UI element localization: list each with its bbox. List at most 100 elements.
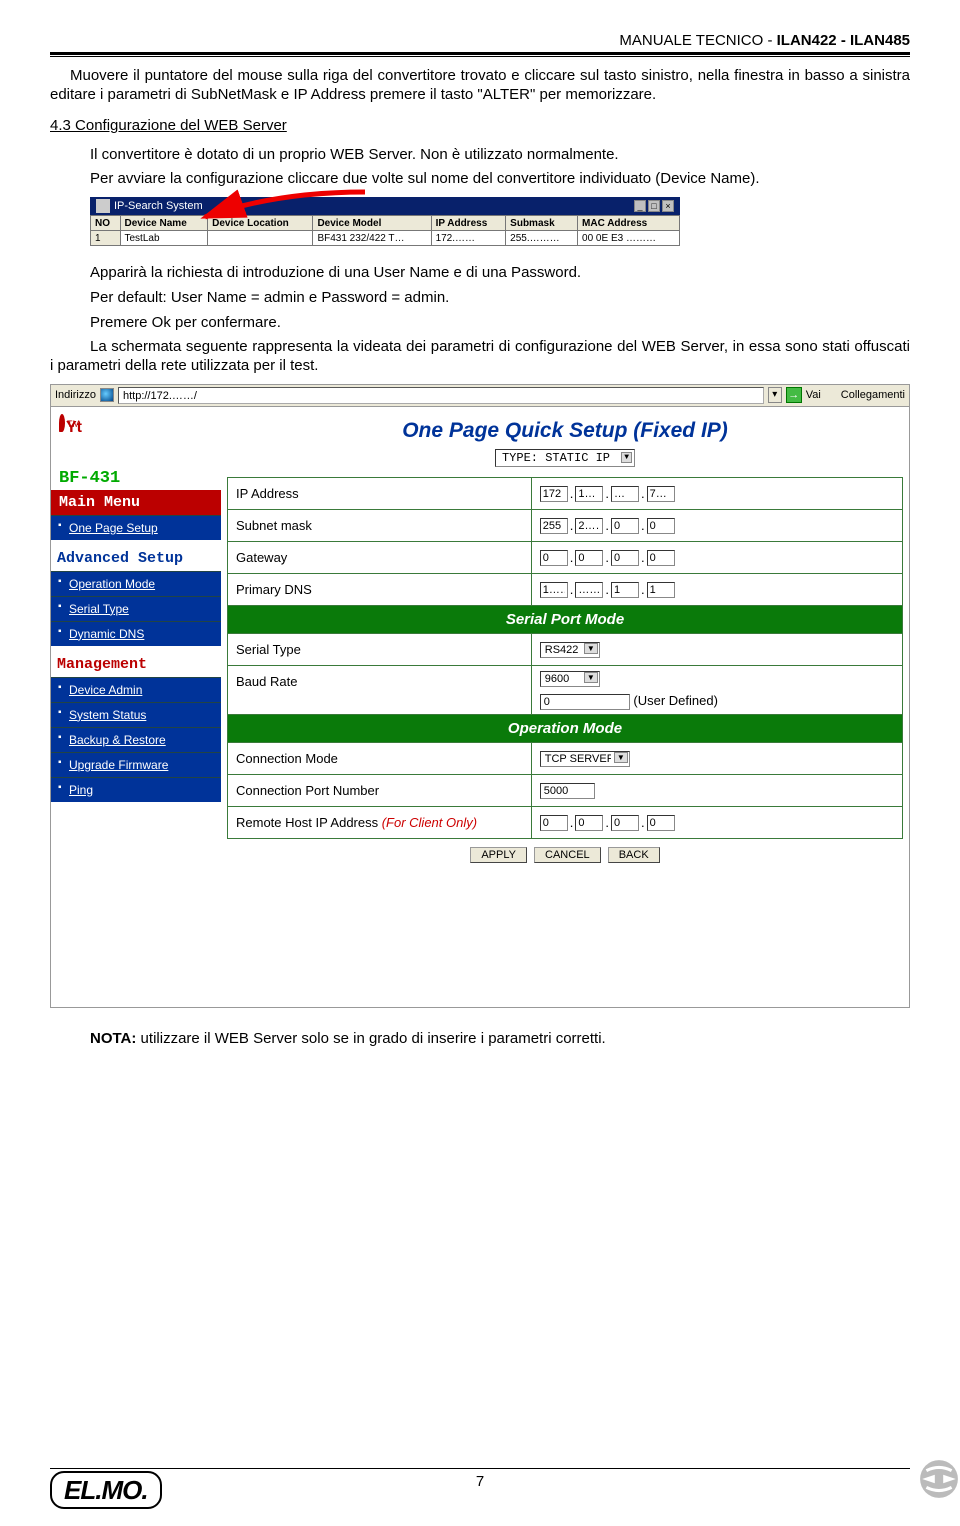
cell-mac: 00 0E E3 ……… bbox=[578, 231, 680, 246]
globe-icon bbox=[100, 388, 114, 402]
sidebar-item-dynamic-dns[interactable]: Dynamic DNS bbox=[51, 621, 221, 646]
back-button[interactable]: BACK bbox=[608, 847, 660, 863]
col-submask: Submask bbox=[506, 216, 578, 231]
row-remote-host: Remote Host IP Address (For Client Only)… bbox=[228, 806, 903, 838]
table-header-row: NO Device Name Device Location Device Mo… bbox=[91, 216, 680, 231]
subnet-octet-2[interactable] bbox=[575, 518, 603, 534]
config-form: IP Address ... Subnet mask ... bbox=[227, 477, 903, 839]
value-baud: (User Defined) bbox=[531, 665, 902, 714]
cell-no: 1 bbox=[91, 231, 121, 246]
type-select[interactable]: TYPE: STATIC IP bbox=[495, 449, 635, 467]
paragraph-3: Per avviare la configurazione cliccare d… bbox=[90, 170, 910, 189]
cell-device-name: TestLab bbox=[120, 231, 208, 246]
close-icon[interactable]: × bbox=[662, 200, 674, 212]
baud-select[interactable] bbox=[540, 671, 600, 687]
vendor-logo: TM bbox=[51, 407, 221, 469]
row-baud-rate: Baud Rate (User Defined) bbox=[228, 665, 903, 714]
gateway-octet-4[interactable] bbox=[647, 550, 675, 566]
row-gateway: Gateway ... bbox=[228, 541, 903, 573]
ip-octet-2[interactable] bbox=[575, 486, 603, 502]
label-connection-mode: Connection Mode bbox=[228, 742, 532, 774]
section-serial-label: Serial Port Mode bbox=[228, 605, 903, 633]
ip-search-screenshot: IP-Search System _ □ × NO Device Name De… bbox=[90, 197, 680, 246]
remote-octet-3[interactable] bbox=[611, 815, 639, 831]
row-primary-dns: Primary DNS ... bbox=[228, 573, 903, 605]
paragraph-1: Muovere il puntatore del mouse sulla rig… bbox=[50, 67, 910, 105]
remote-octet-4[interactable] bbox=[647, 815, 675, 831]
section-heading: 4.3 Configurazione del WEB Server bbox=[50, 117, 910, 134]
sidebar-item-operation-mode[interactable]: Operation Mode bbox=[51, 571, 221, 596]
sidebar-item-ping[interactable]: Ping bbox=[51, 777, 221, 802]
management-heading: Management bbox=[51, 646, 221, 677]
connection-port-input[interactable] bbox=[540, 783, 595, 799]
gateway-octet-3[interactable] bbox=[611, 550, 639, 566]
remote-octet-2[interactable] bbox=[575, 815, 603, 831]
row-connection-port: Connection Port Number bbox=[228, 774, 903, 806]
maximize-icon[interactable]: □ bbox=[648, 200, 660, 212]
main-menu-heading: Main Menu bbox=[51, 490, 221, 515]
cell-device-location bbox=[208, 231, 313, 246]
ip-octet-1[interactable] bbox=[540, 486, 568, 502]
dns-octet-3[interactable] bbox=[611, 582, 639, 598]
sidebar-item-serial-type[interactable]: Serial Type bbox=[51, 596, 221, 621]
label-serial-type: Serial Type bbox=[228, 633, 532, 665]
ip-search-table: NO Device Name Device Location Device Mo… bbox=[90, 215, 680, 246]
minimize-icon[interactable]: _ bbox=[634, 200, 646, 212]
sidebar-item-device-admin[interactable]: Device Admin bbox=[51, 677, 221, 702]
dns-octet-1[interactable] bbox=[540, 582, 568, 598]
gateway-octet-2[interactable] bbox=[575, 550, 603, 566]
serial-type-select[interactable] bbox=[540, 642, 600, 658]
nota-text: utilizzare il WEB Server solo se in grad… bbox=[136, 1030, 605, 1047]
url-field[interactable]: http://172.……/ bbox=[118, 387, 764, 404]
connection-mode-select[interactable] bbox=[540, 751, 630, 767]
sidebar-item-one-page-setup[interactable]: One Page Setup bbox=[51, 515, 221, 540]
paragraph-6: Premere Ok per confermare. bbox=[90, 314, 910, 333]
col-ip-address: IP Address bbox=[431, 216, 506, 231]
row-serial-type: Serial Type bbox=[228, 633, 903, 665]
cell-submask: 255.……… bbox=[506, 231, 578, 246]
go-button[interactable]: → bbox=[786, 387, 802, 403]
row-subnet-mask: Subnet mask ... bbox=[228, 509, 903, 541]
table-row[interactable]: 1 TestLab BF431 232/422 T… 172.…… 255.……… bbox=[91, 231, 680, 246]
sidebar-item-upgrade-firmware[interactable]: Upgrade Firmware bbox=[51, 752, 221, 777]
sidebar: TM BF-431 Main Menu One Page Setup Advan… bbox=[51, 407, 221, 1007]
quick-setup-title: One Page Quick Setup (Fixed IP) bbox=[227, 419, 903, 443]
ip-search-titlebar: IP-Search System _ □ × bbox=[90, 197, 680, 215]
baud-user-defined-input[interactable] bbox=[540, 694, 630, 710]
paragraph-5: Per default: User Name = admin e Passwor… bbox=[90, 289, 910, 308]
cell-device-model: BF431 232/422 T… bbox=[313, 231, 431, 246]
button-row: APPLY CANCEL BACK bbox=[227, 839, 903, 871]
nota-bold: NOTA: bbox=[90, 1030, 136, 1047]
row-connection-mode: Connection Mode bbox=[228, 742, 903, 774]
url-dropdown-icon[interactable]: ▾ bbox=[768, 387, 782, 403]
label-remote-host-note: (For Client Only) bbox=[382, 815, 477, 830]
ip-octet-4[interactable] bbox=[647, 486, 675, 502]
paragraph-4: Apparirà la richiesta di introduzione di… bbox=[90, 264, 910, 283]
dns-octet-2[interactable] bbox=[575, 582, 603, 598]
ip-search-title: IP-Search System bbox=[114, 200, 634, 212]
dns-octet-4[interactable] bbox=[647, 582, 675, 598]
page-number: 7 bbox=[50, 1473, 910, 1490]
subnet-octet-3[interactable] bbox=[611, 518, 639, 534]
subnet-octet-4[interactable] bbox=[647, 518, 675, 534]
advanced-setup-heading: Advanced Setup bbox=[51, 540, 221, 571]
label-remote-host-text: Remote Host IP Address bbox=[236, 815, 382, 830]
section-operation-mode: Operation Mode bbox=[228, 714, 903, 742]
subnet-octet-1[interactable] bbox=[540, 518, 568, 534]
section-serial-port-mode: Serial Port Mode bbox=[228, 605, 903, 633]
cancel-button[interactable]: CANCEL bbox=[534, 847, 601, 863]
page-footer: 7 bbox=[50, 1468, 910, 1494]
apply-button[interactable]: APPLY bbox=[470, 847, 527, 863]
sidebar-item-system-status[interactable]: System Status bbox=[51, 702, 221, 727]
sidebar-item-backup-restore[interactable]: Backup & Restore bbox=[51, 727, 221, 752]
baud-user-defined-label: (User Defined) bbox=[633, 693, 718, 708]
type-row: TYPE: STATIC IP bbox=[227, 449, 903, 467]
label-gateway: Gateway bbox=[228, 541, 532, 573]
gateway-octet-1[interactable] bbox=[540, 550, 568, 566]
go-label: Vai bbox=[806, 389, 821, 401]
paragraph-2: Il convertitore è dotato di un proprio W… bbox=[90, 146, 910, 165]
elmo-logo-text: EL.MO. bbox=[50, 1471, 162, 1509]
remote-octet-1[interactable] bbox=[540, 815, 568, 831]
label-dns: Primary DNS bbox=[228, 573, 532, 605]
ip-octet-3[interactable] bbox=[611, 486, 639, 502]
